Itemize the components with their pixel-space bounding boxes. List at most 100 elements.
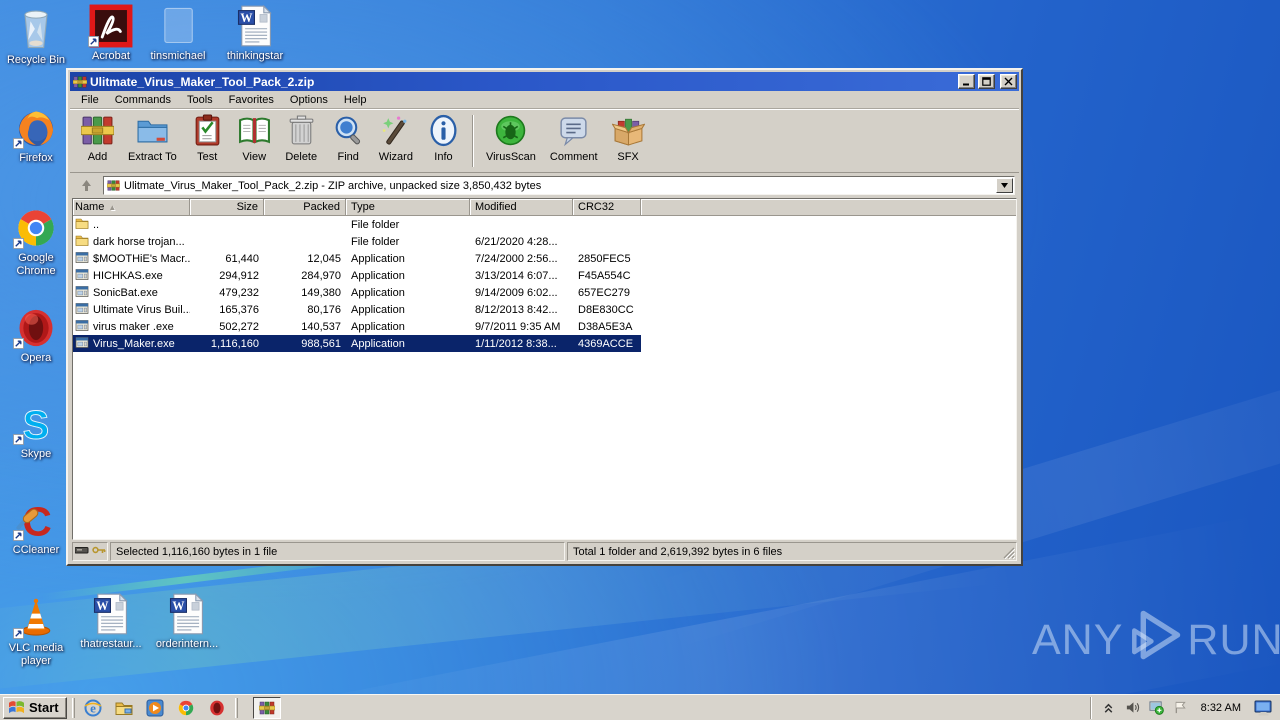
archive-path-combo[interactable]: Ulitmate_Virus_Maker_Tool_Pack_2.zip - Z… — [103, 176, 1015, 195]
monitor-icon[interactable] — [1254, 700, 1273, 716]
menu-favorites[interactable]: Favorites — [221, 92, 282, 108]
toolbar-button-label: Comment — [549, 151, 598, 163]
toolbar-button-virusscan[interactable]: VirusScan — [479, 112, 543, 164]
menu-options[interactable]: Options — [282, 92, 336, 108]
up-directory-button[interactable] — [74, 176, 98, 195]
extract-icon — [136, 114, 169, 150]
test-icon — [191, 114, 224, 150]
maximize-button[interactable] — [978, 74, 995, 89]
column-header-crc32[interactable]: CRC32 — [573, 199, 641, 216]
desktop-icon-tinsmichael[interactable]: tinsmichael — [144, 0, 212, 63]
desktop-icon-label: Google Chrome — [16, 252, 56, 277]
toolbar-button-find[interactable]: Find — [325, 112, 372, 164]
application-icon — [75, 285, 89, 301]
file-row-4[interactable]: SonicBat.exe 479,232 149,380 Application 9/1… — [73, 284, 641, 301]
toolbar-button-delete[interactable]: Delete — [278, 112, 325, 164]
toolbar-button-wizard[interactable]: Wizard — [372, 112, 420, 164]
menu-help[interactable]: Help — [336, 92, 375, 108]
start-flag-icon — [8, 699, 25, 717]
clock[interactable]: 8:32 AM — [1197, 702, 1245, 714]
file-row-3[interactable]: HICHKAS.exe 294,912 284,970 Application 3/13… — [73, 267, 641, 284]
resize-grip-icon[interactable] — [1003, 547, 1016, 560]
sort-asc-icon: ▲ — [108, 202, 117, 212]
toolbar-button-sfx[interactable]: SFX — [605, 112, 652, 164]
file-row-0[interactable]: .. File folder — [73, 216, 641, 233]
column-header-packed[interactable]: Packed — [264, 199, 346, 216]
desktop-icon-thatrestaur[interactable]: Wthatrestaur... — [77, 588, 145, 651]
toolbar-button-label: Add — [87, 151, 108, 163]
ccleaner-icon: C — [2, 494, 70, 542]
total-status: Total 1 folder and 2,619,392 bytes in 6 … — [567, 542, 1017, 561]
toolbar: Add Extract To Test View Delete Find Wizard Inf… — [70, 109, 1019, 173]
desktop-icon-firefox[interactable]: Firefox — [2, 102, 70, 165]
toolbar-button-label: Find — [337, 151, 359, 163]
find-icon — [332, 114, 365, 150]
address-bar: Ulitmate_Virus_Maker_Tool_Pack_2.zip - Z… — [70, 173, 1019, 198]
desktop-icon-opera[interactable]: Opera — [2, 302, 70, 365]
file-size: 61,440 — [225, 252, 259, 265]
wmp-icon[interactable] — [146, 699, 164, 717]
file-name-cell: Ultimate Virus Buil... — [73, 302, 190, 318]
desktop-icon-label: CCleaner — [12, 544, 60, 556]
file-name-cell: .. — [73, 217, 190, 233]
menu-commands[interactable]: Commands — [107, 92, 179, 108]
svg-text:W: W — [172, 599, 184, 613]
desktop-icon-vlc-media-player[interactable]: VLC media player — [2, 592, 70, 668]
desktop-icon-recycle-bin[interactable]: Recycle Bin — [2, 4, 70, 67]
flag-icon[interactable] — [1173, 700, 1188, 715]
desktop-icon-ccleaner[interactable]: C CCleaner — [2, 494, 70, 557]
column-header-name[interactable]: Name ▲ — [73, 199, 190, 216]
file-row-7[interactable]: Virus_Maker.exe 1,116,160 988,561 Applicati… — [73, 335, 641, 352]
desktop-icon-orderintern[interactable]: Worderintern... — [153, 588, 221, 651]
file-name: $MOOTHiE's Macr... — [93, 252, 190, 265]
close-button[interactable] — [1000, 74, 1017, 89]
file-size: 479,232 — [219, 286, 259, 299]
menu-file[interactable]: File — [73, 92, 107, 108]
file-row-6[interactable]: virus maker .exe 502,272 140,537 Applicatio… — [73, 318, 641, 335]
desktop-icon-label: tinsmichael — [150, 50, 206, 62]
column-header-type[interactable]: Type — [346, 199, 470, 216]
file-row-1[interactable]: dark horse trojan... File folder 6/21/2020… — [73, 233, 641, 250]
shortcut-arrow-icon — [13, 530, 24, 541]
file-crc: 2850FEC5 — [578, 252, 631, 265]
combo-dropdown-button[interactable] — [996, 178, 1013, 193]
explorer-icon[interactable] — [115, 699, 133, 717]
toolbar-button-add[interactable]: Add — [74, 112, 121, 164]
desktop-icon-acrobat[interactable]: Acrobat — [77, 0, 145, 63]
file-modified: 6/21/2020 4:28... — [475, 235, 558, 248]
start-button[interactable]: Start — [3, 696, 67, 719]
ie-icon[interactable]: e — [84, 699, 102, 717]
menu-tools[interactable]: Tools — [179, 92, 221, 108]
word-doc-icon: W — [153, 588, 221, 636]
minimize-button[interactable] — [958, 74, 975, 89]
total-status-text: Total 1 folder and 2,619,392 bytes in 6 … — [573, 545, 783, 558]
volume-icon[interactable] — [1125, 700, 1140, 715]
toolbar-button-comment[interactable]: Comment — [543, 112, 605, 164]
title-bar[interactable]: Ulitmate_Virus_Maker_Tool_Pack_2.zip — [70, 72, 1019, 91]
file-row-2[interactable]: $MOOTHiE's Macr... 61,440 12,045 Applicatio… — [73, 250, 641, 267]
file-packed: 988,561 — [301, 337, 341, 350]
taskbar-winrar-task[interactable] — [252, 696, 281, 719]
desktop-icon-google-chrome[interactable]: Google Chrome — [2, 202, 70, 278]
toolbar-button-view[interactable]: View — [231, 112, 278, 164]
file-crc: F45A554C — [578, 269, 631, 282]
toolbar-drag-handle[interactable] — [71, 697, 75, 718]
chrome-small-icon[interactable] — [177, 699, 195, 717]
toolbar-button-info[interactable]: Info — [420, 112, 467, 164]
desktop-icon-thinkingstar[interactable]: Wthinkingstar — [221, 0, 289, 63]
file-row-5[interactable]: Ultimate Virus Buil... 165,376 80,176 Appli… — [73, 301, 641, 318]
column-header-label: Size — [236, 201, 258, 213]
opera-small-icon[interactable] — [208, 699, 226, 717]
application-icon — [75, 251, 89, 267]
folder-icon — [75, 217, 89, 233]
toolbar-button-extract-to[interactable]: Extract To — [121, 112, 184, 164]
column-header-modified[interactable]: Modified — [470, 199, 573, 216]
vlc-icon — [2, 592, 70, 640]
column-header-size[interactable]: Size — [190, 199, 264, 216]
desktop-icon-skype[interactable]: S Skype — [2, 398, 70, 461]
toolbar-drag-handle[interactable] — [234, 697, 238, 718]
application-icon — [75, 302, 89, 318]
update-icon[interactable] — [1149, 700, 1164, 715]
chevron-up-icon[interactable] — [1101, 700, 1116, 715]
toolbar-button-test[interactable]: Test — [184, 112, 231, 164]
